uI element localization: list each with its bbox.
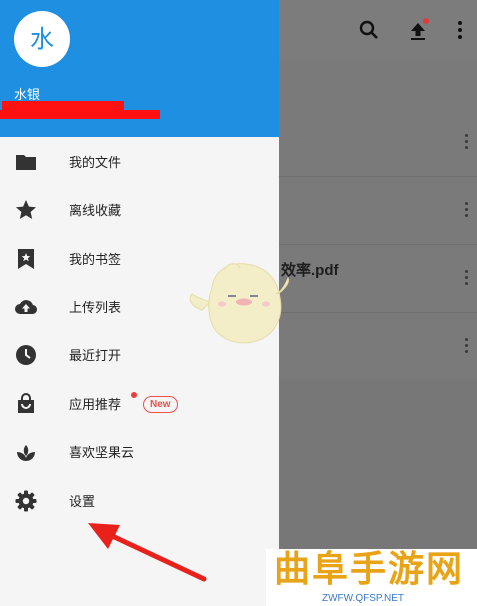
notification-dot xyxy=(131,392,137,398)
avatar[interactable]: 水 xyxy=(14,11,70,67)
folder-icon xyxy=(16,155,36,170)
menu-item-offline-favorites[interactable]: 离线收藏 xyxy=(0,186,279,234)
watermark-url: ZWFW.QFSP.NET xyxy=(322,593,405,604)
bookmark-icon xyxy=(18,249,34,269)
search-icon[interactable] xyxy=(357,18,381,42)
star-icon xyxy=(16,200,36,219)
more-vert-icon[interactable] xyxy=(448,18,472,42)
gear-icon xyxy=(15,490,37,512)
watermark-title: 曲阜手游网 xyxy=(274,549,465,590)
menu-item-label: 应用推荐 xyxy=(69,398,122,413)
more-vert-icon[interactable] xyxy=(465,202,469,218)
more-vert-icon[interactable] xyxy=(465,270,469,286)
menu-item-label: 我的书签 xyxy=(69,253,122,268)
upload-icon[interactable] xyxy=(406,18,430,42)
menu-item-label: 离线收藏 xyxy=(69,204,122,219)
clock-icon xyxy=(16,345,36,365)
annotation-arrow xyxy=(88,523,207,582)
shopping-bag-icon xyxy=(18,393,34,413)
mascot-illustration xyxy=(189,263,289,344)
more-vert-icon[interactable] xyxy=(465,338,469,354)
watermark: 曲阜手游网 ZWFW.QFSP.NET xyxy=(266,549,477,606)
menu-item-label: 设置 xyxy=(69,495,96,510)
menu-item-label: 上传列表 xyxy=(69,301,122,316)
sprout-icon xyxy=(17,445,35,461)
new-badge: New xyxy=(143,396,178,413)
menu-item-app-recommend[interactable]: 应用推荐 New xyxy=(0,380,279,428)
more-vert-icon[interactable] xyxy=(465,134,469,150)
menu-item-like-jianguoyun[interactable]: 喜欢坚果云 xyxy=(0,428,279,476)
menu-item-my-files[interactable]: 我的文件 xyxy=(0,138,279,186)
menu-item-label: 最近打开 xyxy=(69,349,122,364)
menu-item-label: 喜欢坚果云 xyxy=(69,446,135,461)
redaction-mark xyxy=(0,101,160,119)
cloud-upload-icon xyxy=(15,300,38,315)
menu-item-label: 我的文件 xyxy=(69,156,122,171)
drawer-header: 水 水银 xyxy=(0,0,279,137)
